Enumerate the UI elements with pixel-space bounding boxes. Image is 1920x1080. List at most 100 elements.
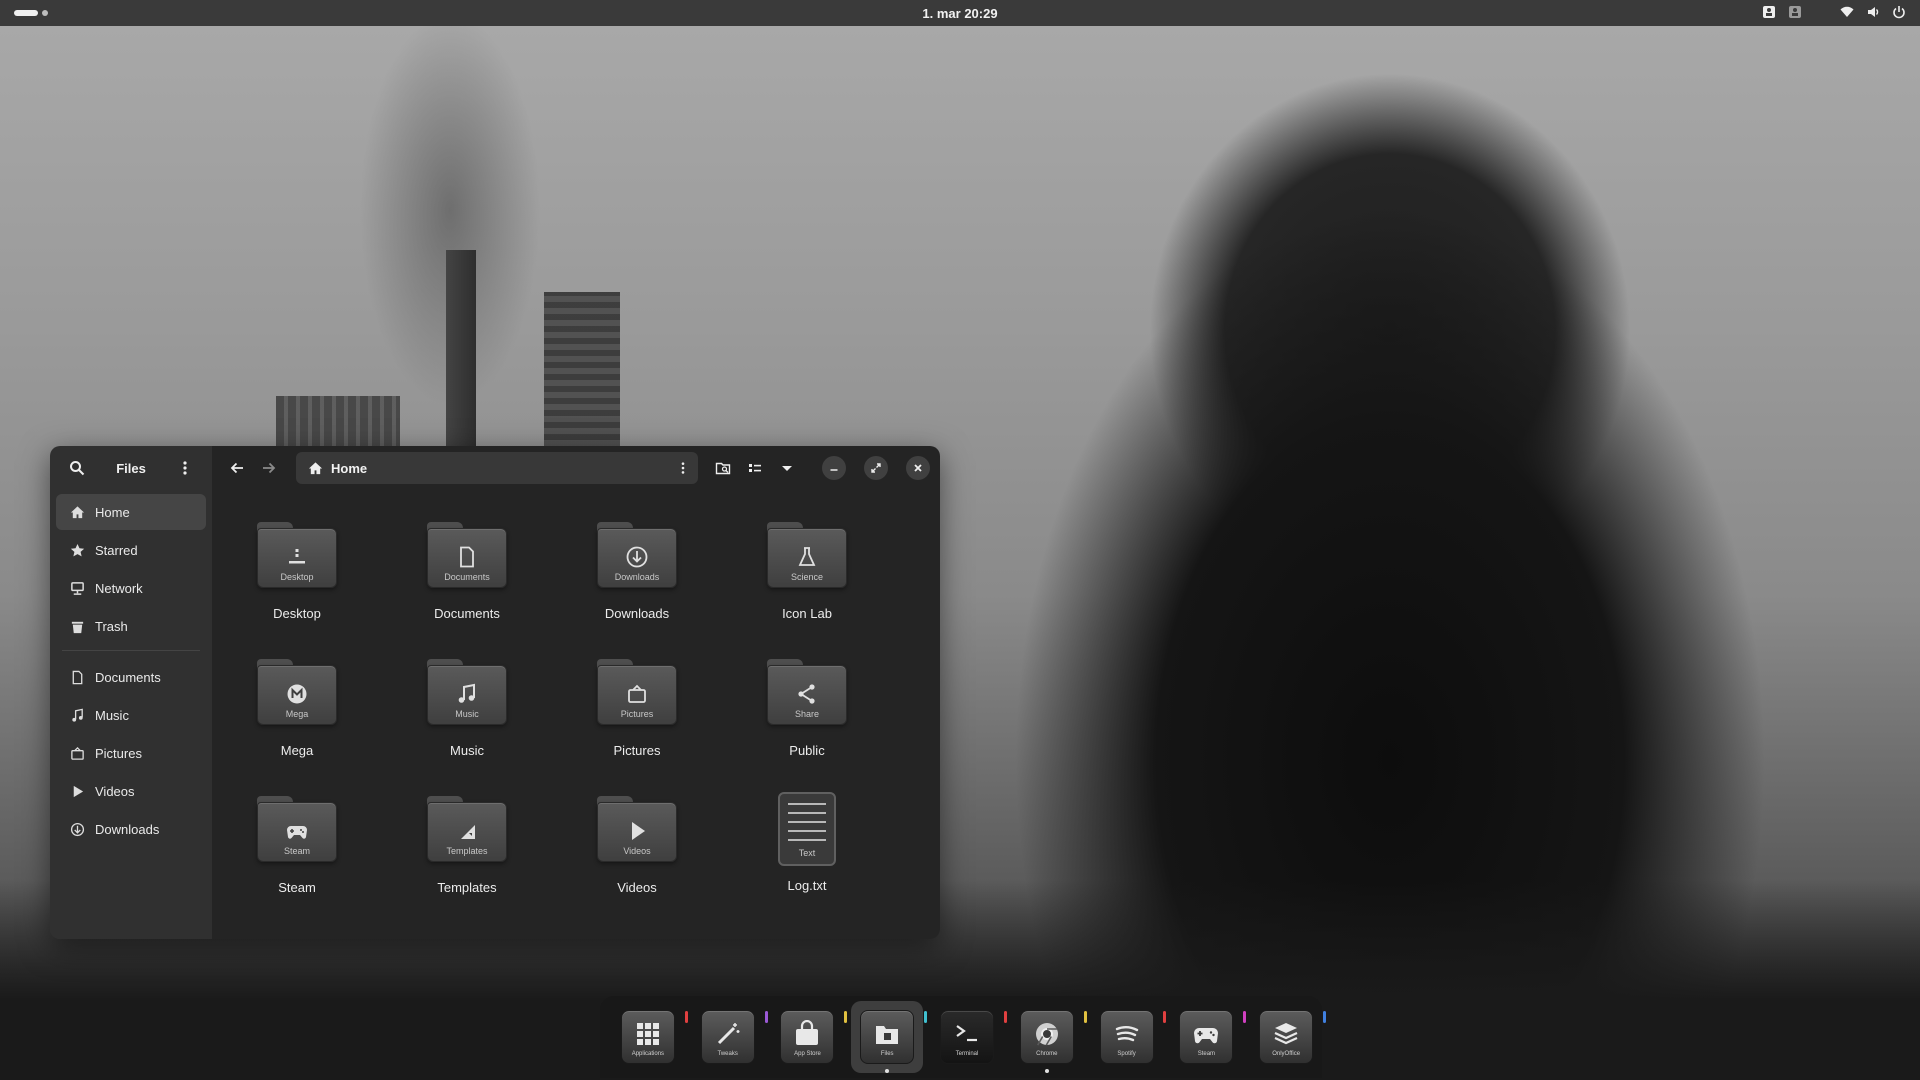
folder-icon: Music [427, 659, 507, 725]
pictures-icon [71, 746, 84, 760]
dock-caption: Files [880, 1050, 894, 1057]
power-icon[interactable] [1892, 5, 1906, 19]
music-icon [458, 683, 475, 703]
item-label: Templates [437, 880, 497, 895]
sidebar-item-label: Downloads [95, 821, 160, 837]
search-button[interactable] [64, 455, 90, 481]
view-mode-button[interactable] [742, 455, 768, 481]
folder-documents[interactable]: Documents Documents [382, 510, 552, 647]
dock-caption: OnlyOffice [1272, 1050, 1301, 1057]
sidebar-item-downloads[interactable]: Downloads [56, 811, 206, 847]
folder-icon: Videos [597, 796, 677, 862]
workspace-dot[interactable] [42, 10, 48, 16]
dock-onlyoffice[interactable]: OnlyOffice [1250, 1001, 1327, 1073]
folder-steam[interactable]: Steam Steam [212, 784, 382, 921]
dock-accent [684, 1011, 688, 1023]
gamepad-icon [287, 826, 307, 839]
wifi-icon[interactable] [1840, 5, 1854, 19]
dock-caption: Applications [631, 1050, 665, 1057]
close-button[interactable] [906, 456, 930, 480]
arrow-left-icon [230, 462, 243, 474]
view-options-button[interactable] [774, 455, 800, 481]
workspace-active[interactable] [14, 10, 38, 16]
minimize-button[interactable] [822, 456, 846, 480]
system-tray[interactable] [1762, 5, 1906, 19]
folder-icon: Templates [427, 796, 507, 862]
wallpaper-chimney [446, 250, 476, 450]
flask-icon [798, 547, 816, 566]
path-label: Home [331, 460, 368, 476]
wallpaper-plant [276, 396, 400, 452]
dock-accent [924, 1011, 928, 1023]
sidebar: Files Home Starred Network Trash Documen… [50, 446, 212, 939]
pictures-icon [628, 684, 646, 703]
maximize-button[interactable] [864, 456, 888, 480]
sidebar-item-label: Documents [95, 669, 161, 685]
sidebar-item-music[interactable]: Music [56, 697, 206, 733]
main-menu-button[interactable] [172, 455, 198, 481]
folder-music[interactable]: Music Music [382, 647, 552, 784]
dock-spotify[interactable]: Spotify [1091, 1001, 1167, 1073]
folder-desktop[interactable]: Desktop Desktop [212, 510, 382, 647]
sidebar-item-label: Pictures [95, 745, 142, 761]
forward-button[interactable] [256, 455, 282, 481]
item-label: Downloads [604, 606, 670, 621]
folder-public[interactable]: Share Public [722, 647, 892, 784]
sidebar-item-starred[interactable]: Starred [56, 532, 206, 568]
clock[interactable]: 1. mar 20:29 [922, 6, 997, 21]
dock-icon-tile: Files [860, 1010, 915, 1064]
dock-caption: Terminal [955, 1050, 979, 1057]
user-icon[interactable] [1788, 5, 1802, 19]
dock-terminal[interactable]: Terminal [931, 1001, 1007, 1073]
sidebar-item-network[interactable]: Network [56, 570, 206, 606]
top-bar: 1. mar 20:29 [0, 0, 1920, 26]
sidebar-separator [62, 650, 200, 651]
item-label: Videos [617, 880, 657, 895]
dock-caption: Spotify [1117, 1050, 1136, 1057]
sidebar-item-trash[interactable]: Trash [56, 608, 206, 644]
path-bar[interactable]: Home [296, 452, 698, 484]
volume-icon[interactable] [1866, 5, 1880, 19]
folder-mega[interactable]: Mega Mega [212, 647, 382, 784]
spotify-icon [1115, 1025, 1138, 1041]
dock-accent [1003, 1011, 1007, 1023]
kebab-menu-icon[interactable] [676, 461, 690, 475]
workspace-indicator[interactable] [14, 10, 48, 16]
item-label: Music [450, 743, 484, 758]
dock-caption: Chrome [1036, 1050, 1058, 1057]
trash-icon [71, 621, 84, 633]
dock-files[interactable]: Files [851, 1001, 928, 1073]
accessibility-icon[interactable] [1762, 5, 1776, 19]
dock-app-store[interactable]: App Store [772, 1001, 848, 1073]
folder-videos[interactable]: Videos Videos [552, 784, 722, 921]
dock-applications[interactable]: Applications [612, 1001, 688, 1073]
mega-icon [287, 684, 307, 704]
back-button[interactable] [224, 455, 250, 481]
folder-subtitle: Pictures [620, 709, 654, 719]
sidebar-item-label: Trash [95, 618, 128, 634]
maximize-icon [871, 463, 881, 473]
folder-templates[interactable]: Templates Templates [382, 784, 552, 921]
sidebar-item-videos[interactable]: Videos [56, 773, 206, 809]
item-label: Documents [434, 606, 500, 621]
folder-icon: Share [767, 659, 847, 725]
dock-icon-tile: Tweaks [700, 1010, 755, 1064]
arrow-right-icon [263, 462, 276, 474]
folder-icon-lab[interactable]: Science Icon Lab [722, 510, 892, 647]
document-icon [72, 670, 83, 684]
search-icon [70, 461, 85, 476]
dock-caption: Tweaks [717, 1050, 738, 1057]
layers-icon [1274, 1022, 1298, 1044]
file-log-txt[interactable]: Text Log.txt [722, 784, 892, 921]
sidebar-item-home[interactable]: Home [56, 494, 206, 530]
dock-chrome[interactable]: Chrome [1011, 1001, 1087, 1073]
sidebar-item-label: Network [95, 580, 143, 596]
folder-downloads[interactable]: Downloads Downloads [552, 510, 722, 647]
sidebar-item-documents[interactable]: Documents [56, 659, 206, 695]
dock-tweaks[interactable]: Tweaks [692, 1001, 768, 1073]
search-folder-button[interactable] [710, 455, 736, 481]
dock-steam[interactable]: Steam [1170, 1001, 1247, 1073]
folder-icon: Science [767, 522, 847, 588]
folder-pictures[interactable]: Pictures Pictures [552, 647, 722, 784]
sidebar-item-pictures[interactable]: Pictures [56, 735, 206, 771]
